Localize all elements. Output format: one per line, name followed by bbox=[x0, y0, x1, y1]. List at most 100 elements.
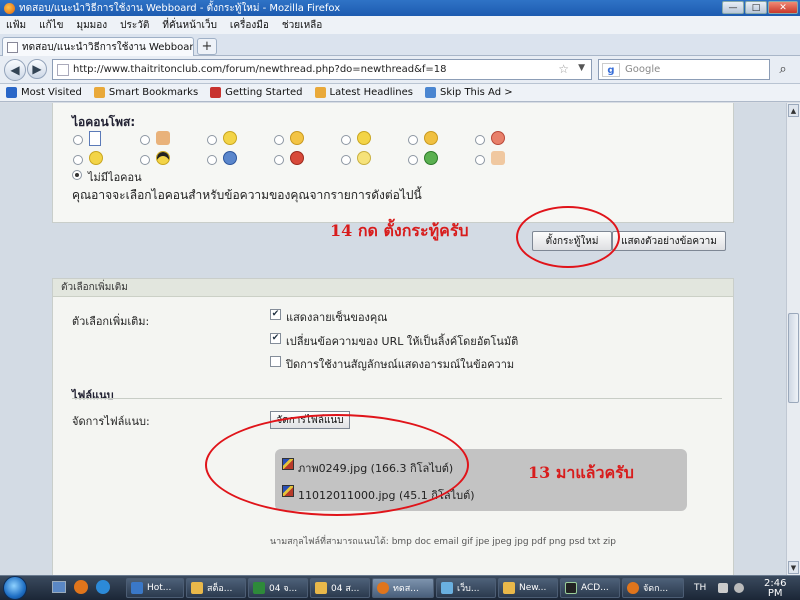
back-button[interactable]: ◀ bbox=[4, 59, 26, 81]
no-icon-radio[interactable] bbox=[72, 170, 82, 180]
magnifier-icon: ⌕ bbox=[779, 62, 787, 77]
system-tray: TH 2:46 PM bbox=[686, 576, 800, 600]
url-dropdown-icon[interactable]: ▼ bbox=[578, 63, 585, 73]
post-icon-radio[interactable] bbox=[207, 135, 217, 145]
ie-quicklaunch-icon[interactable] bbox=[96, 580, 110, 594]
post-icon-radio[interactable] bbox=[475, 135, 485, 145]
bookmark-skip-this-ad[interactable]: Skip This Ad > bbox=[425, 87, 513, 98]
post-icon-radio[interactable] bbox=[408, 135, 418, 145]
angry-icon bbox=[491, 131, 505, 145]
show-desktop-icon[interactable] bbox=[52, 581, 66, 593]
post-icon-radio[interactable] bbox=[140, 155, 150, 165]
show-signature-label: แสดงลายเซ็นของคุณ bbox=[286, 311, 388, 324]
firefox-quicklaunch-icon[interactable] bbox=[74, 580, 88, 594]
page-favicon-icon bbox=[7, 41, 18, 53]
post-icon-radio[interactable] bbox=[140, 135, 150, 145]
menu-tools[interactable]: เครื่องมือ bbox=[230, 18, 269, 33]
menu-edit[interactable]: แก้ไข bbox=[39, 18, 63, 33]
bookmark-most-visited[interactable]: Most Visited bbox=[6, 87, 82, 98]
happy-icon bbox=[89, 151, 103, 165]
clock[interactable]: 2:46 PM bbox=[764, 579, 786, 599]
url-text: http://www.thaitritonclub.com/forum/newt… bbox=[73, 64, 447, 75]
post-icon-radio[interactable] bbox=[408, 155, 418, 165]
taskbar-item[interactable]: จัดก... bbox=[622, 578, 684, 598]
forward-arrow-icon: ▶ bbox=[32, 62, 42, 76]
bookmark-smart-bookmarks[interactable]: Smart Bookmarks bbox=[93, 87, 198, 98]
no-icon-label: ไม่มีไอคอน bbox=[88, 171, 142, 184]
bookmark-page-icon bbox=[425, 87, 436, 98]
scroll-up-icon[interactable]: ▲ bbox=[788, 104, 799, 117]
question-icon bbox=[223, 151, 237, 165]
network-tray-icon[interactable] bbox=[718, 583, 728, 593]
post-icon-radio[interactable] bbox=[73, 155, 83, 165]
taskbar-item[interactable]: ACD... bbox=[560, 578, 620, 598]
taskbar-item-active[interactable]: ทดส... bbox=[372, 578, 434, 598]
taskbar-item[interactable]: Hot... bbox=[126, 578, 184, 598]
url-bar[interactable]: http://www.thaitritonclub.com/forum/newt… bbox=[52, 59, 592, 80]
menu-bookmarks[interactable]: ที่คั่นหน้าเว็บ bbox=[162, 18, 217, 33]
new-tab-button[interactable]: + bbox=[197, 38, 217, 55]
scrollbar-thumb[interactable] bbox=[788, 313, 799, 403]
minimize-button[interactable]: — bbox=[722, 1, 744, 14]
taskbar-item[interactable]: เว็บ... bbox=[436, 578, 496, 598]
smile-icon bbox=[223, 131, 237, 145]
annotation-step-14: 14 กด ตั้งกระทู้ครับ bbox=[330, 221, 469, 240]
bookmark-latest-headlines[interactable]: Latest Headlines bbox=[314, 87, 413, 98]
network-icon bbox=[441, 582, 453, 594]
post-icon-radio[interactable] bbox=[341, 155, 351, 165]
language-indicator[interactable]: TH bbox=[694, 583, 706, 593]
post-icon-radio[interactable] bbox=[341, 135, 351, 145]
post-icon-radio[interactable] bbox=[207, 155, 217, 165]
menu-view[interactable]: มุมมอง bbox=[77, 18, 108, 33]
document-icon bbox=[89, 131, 101, 146]
annotation-circle bbox=[516, 206, 620, 268]
forward-button[interactable]: ▶ bbox=[27, 59, 47, 79]
options-label: ตัวเลือกเพิ่มเติม: bbox=[72, 315, 150, 328]
cool-icon bbox=[156, 151, 170, 165]
volume-tray-icon[interactable] bbox=[734, 583, 744, 593]
tab-label: ทดสอบ/แนะนำวิธีการใช้งาน Webboard - ตั้ง… bbox=[22, 41, 194, 53]
search-go-button[interactable]: ⌕ bbox=[770, 59, 796, 80]
bookmark-star-icon[interactable]: ☆ bbox=[558, 62, 569, 76]
firefox-icon bbox=[4, 2, 15, 14]
allowed-extensions: นามสกุลไฟล์ที่สามารถแนบได้: bmp doc emai… bbox=[270, 537, 617, 547]
rss-feed-icon bbox=[314, 87, 326, 98]
post-icon-radio[interactable] bbox=[274, 155, 284, 165]
post-icons-panel bbox=[52, 103, 734, 223]
post-icon-radio[interactable] bbox=[475, 155, 485, 165]
thumbs-up-icon bbox=[491, 151, 505, 165]
bookmarks-toolbar: Most Visited Smart Bookmarks Getting Sta… bbox=[0, 84, 800, 102]
auto-parse-links-checkbox[interactable]: ✔ bbox=[270, 333, 281, 344]
vertical-scrollbar[interactable]: ▲ ▼ bbox=[786, 103, 800, 575]
scroll-down-icon[interactable]: ▼ bbox=[788, 561, 799, 574]
preview-post-button[interactable]: แสดงตัวอย่างข้อความ bbox=[612, 231, 726, 251]
taskbar-item[interactable]: 04 จ... bbox=[248, 578, 308, 598]
close-button[interactable]: ✕ bbox=[768, 1, 798, 14]
attachments-title: ไฟล์แนบ bbox=[72, 389, 114, 402]
window-title: ทดสอบ/แนะนำวิธีการใช้งาน Webboard - ตั้ง… bbox=[19, 2, 341, 14]
auto-parse-links-label: เปลี่ยนข้อความของ URL ให้เป็นลิ้งค์โดยอั… bbox=[286, 335, 519, 348]
back-arrow-icon: ◀ bbox=[10, 63, 20, 77]
taskbar-item[interactable]: 04 ส... bbox=[310, 578, 370, 598]
show-signature-checkbox[interactable]: ✔ bbox=[270, 309, 281, 320]
disable-smilies-checkbox[interactable] bbox=[270, 356, 281, 367]
tab-current[interactable]: ทดสอบ/แนะนำวิธีการใช้งาน Webboard - ตั้ง… bbox=[2, 37, 194, 56]
maximize-button[interactable]: □ bbox=[745, 1, 767, 14]
sad-icon bbox=[424, 131, 438, 145]
hotmail-icon bbox=[131, 582, 143, 594]
bookmark-getting-started[interactable]: Getting Started bbox=[210, 87, 303, 98]
menu-help[interactable]: ช่วยเหลือ bbox=[282, 18, 322, 33]
folder-icon bbox=[503, 582, 515, 594]
most-visited-icon bbox=[6, 87, 17, 98]
grin-icon bbox=[290, 131, 304, 145]
google-search-engine-icon[interactable]: g bbox=[602, 63, 620, 77]
start-button[interactable] bbox=[3, 576, 27, 600]
post-icon-radio[interactable] bbox=[274, 135, 284, 145]
taskbar-item[interactable]: New... bbox=[498, 578, 558, 598]
menu-file[interactable]: แฟ้ม bbox=[6, 18, 26, 33]
menu-history[interactable]: ประวัติ bbox=[120, 18, 149, 33]
taskbar-item[interactable]: สต็อ... bbox=[186, 578, 246, 598]
lightbulb-icon bbox=[357, 151, 371, 165]
search-input[interactable]: g Google bbox=[598, 59, 770, 80]
post-icon-radio[interactable] bbox=[73, 135, 83, 145]
